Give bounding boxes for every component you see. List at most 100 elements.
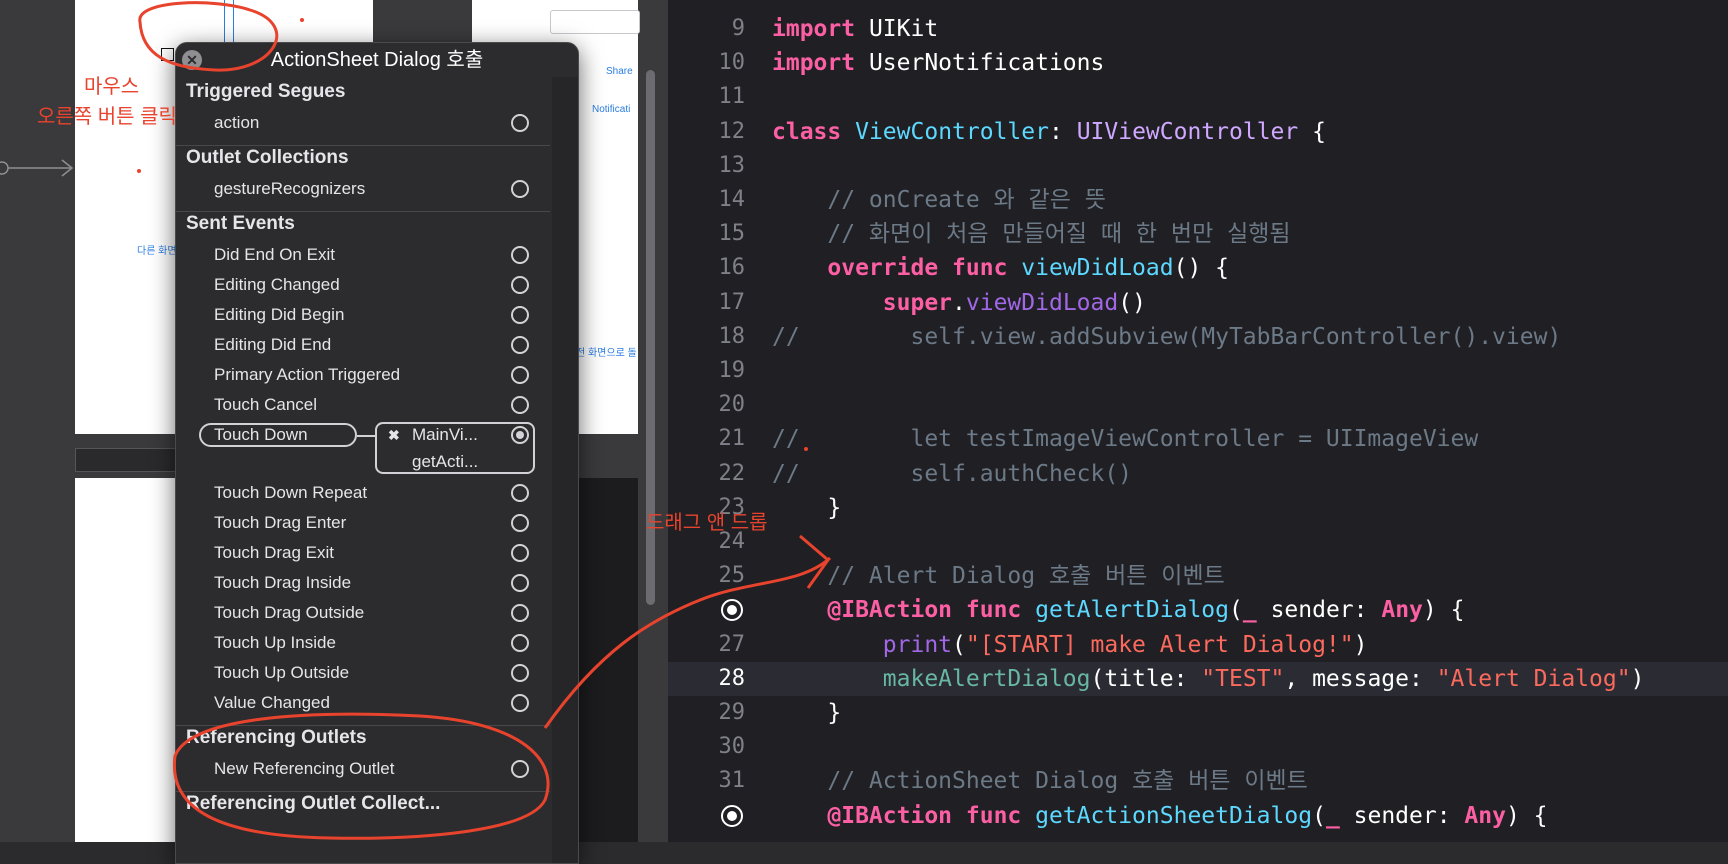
code-token: } bbox=[772, 494, 842, 521]
line-number[interactable]: 28 bbox=[668, 662, 746, 696]
share-button-label[interactable]: Share bbox=[606, 66, 633, 77]
connection-circle-icon[interactable] bbox=[511, 114, 529, 132]
line-number[interactable]: 16 bbox=[668, 251, 746, 285]
code-token: // self.view.addSubview(MyTabBarControll… bbox=[772, 323, 1562, 350]
connection-row-label: action bbox=[214, 113, 260, 132]
code-token: getAlertDialog bbox=[1035, 597, 1229, 624]
connection-circle-icon[interactable] bbox=[511, 694, 529, 712]
connection-row-label: New Referencing Outlet bbox=[214, 759, 395, 778]
selection-handle[interactable] bbox=[161, 48, 174, 61]
connection-row-label: Touch Drag Enter bbox=[214, 513, 347, 532]
line-number[interactable]: 22 bbox=[668, 457, 746, 491]
code-line[interactable]: 27 print("[START] make Alert Dialog!") bbox=[668, 628, 1728, 662]
code-line[interactable]: 29 } bbox=[668, 696, 1728, 730]
line-number[interactable]: 30 bbox=[668, 730, 746, 764]
connection-circle-icon[interactable] bbox=[511, 664, 529, 682]
notification-button-label[interactable]: Notificati bbox=[592, 104, 630, 115]
connected-event-pill[interactable] bbox=[199, 423, 357, 447]
connection-circle-icon[interactable] bbox=[511, 604, 529, 622]
connection-circle-icon[interactable] bbox=[511, 396, 529, 414]
popover-scroll-track[interactable] bbox=[552, 77, 578, 863]
connection-circle-icon[interactable] bbox=[511, 180, 529, 198]
connection-row-label: Did End On Exit bbox=[214, 245, 335, 264]
connection-circle-icon[interactable] bbox=[511, 336, 529, 354]
line-number[interactable]: 13 bbox=[668, 149, 746, 183]
ibaction-connection-icon[interactable] bbox=[721, 599, 743, 622]
code-line[interactable]: 31 // ActionSheet Dialog 호출 버튼 이벤트 bbox=[668, 764, 1728, 798]
connection-circle-icon[interactable] bbox=[511, 634, 529, 652]
connection-row-label: Editing Did Begin bbox=[214, 305, 345, 324]
code-token: ) bbox=[1353, 631, 1368, 658]
code-token: super bbox=[882, 289, 953, 316]
connection-circle-icon[interactable] bbox=[511, 760, 529, 778]
code-line[interactable]: 28 makeAlertDialog(title: "TEST", messag… bbox=[668, 661, 1728, 696]
code-text: // self.authCheck() bbox=[772, 457, 1132, 491]
connection-row-label: gestureRecognizers bbox=[214, 179, 366, 198]
line-number[interactable]: 31 bbox=[668, 764, 746, 798]
connection-row-label: Touch Drag Outside bbox=[214, 603, 365, 622]
connection-circle-icon[interactable] bbox=[511, 484, 529, 502]
code-line[interactable]: 10 import UserNotifications bbox=[668, 46, 1728, 80]
code-token: { bbox=[1298, 118, 1326, 145]
code-text: // Alert Dialog 호출 버튼 이벤트 bbox=[772, 559, 1225, 593]
line-number[interactable]: 25 bbox=[668, 559, 746, 593]
line-number[interactable]: 11 bbox=[668, 80, 746, 114]
code-line[interactable]: 14 // onCreate 와 같은 뜻 bbox=[668, 183, 1728, 217]
code-line[interactable]: 16 override func viewDidLoad() { bbox=[668, 251, 1728, 285]
code-editor[interactable]: 9 import UIKit 10 import UserNotifications 1… bbox=[668, 0, 1728, 842]
line-number[interactable]: 12 bbox=[668, 115, 746, 149]
previous-screen-button-label[interactable]: 전 화면으로 돌 bbox=[576, 344, 637, 359]
connection-circle-icon[interactable] bbox=[511, 366, 529, 384]
line-number[interactable]: 15 bbox=[668, 217, 746, 251]
line-number[interactable]: 19 bbox=[668, 354, 746, 388]
line-number[interactable]: 20 bbox=[668, 388, 746, 422]
connection-circle-icon[interactable] bbox=[511, 306, 529, 324]
line-number[interactable]: 9 bbox=[668, 12, 745, 46]
connection-circle-icon[interactable] bbox=[511, 276, 529, 294]
line-number[interactable]: 27 bbox=[668, 628, 746, 662]
line-number[interactable]: 18 bbox=[668, 320, 746, 354]
code-line[interactable]: 21 // let testImageViewController = UIIma… bbox=[668, 422, 1728, 456]
remove-connection-icon[interactable]: ✖ bbox=[388, 427, 400, 444]
line-number[interactable]: 14 bbox=[668, 183, 746, 217]
connection-circle-icon[interactable] bbox=[511, 574, 529, 592]
code-line[interactable]: 17 super.viewDidLoad() bbox=[668, 286, 1728, 320]
code-token: print bbox=[882, 631, 953, 658]
code-line[interactable]: 12 class ViewController: UIViewController… bbox=[668, 115, 1728, 149]
code-line[interactable]: 32 @IBAction func getActionSheetDialog(_… bbox=[668, 799, 1728, 833]
line-number[interactable]: 29 bbox=[668, 696, 746, 730]
connection-circle-icon[interactable] bbox=[511, 544, 529, 562]
code-line[interactable]: 18 // self.view.addSubview(MyTabBarContro… bbox=[668, 320, 1728, 354]
code-token: func bbox=[952, 255, 1008, 282]
other-screen-button-label[interactable]: 다른 화면 bbox=[137, 242, 177, 257]
code-line[interactable]: 25 // Alert Dialog 호출 버튼 이벤트 bbox=[668, 559, 1728, 593]
code-line[interactable]: 19 bbox=[668, 354, 1728, 388]
code-line[interactable]: 20 bbox=[668, 388, 1728, 422]
line-number[interactable]: 17 bbox=[668, 286, 746, 320]
code-text: @IBAction func getActionSheetDialog(_ se… bbox=[772, 799, 1548, 833]
code-line[interactable]: 22 // self.authCheck() bbox=[668, 457, 1728, 491]
code-line[interactable]: 26 @IBAction func getAlertDialog(_ sende… bbox=[668, 593, 1728, 627]
connection-row-label: Touch Up Outside bbox=[214, 663, 350, 682]
code-line[interactable]: 23 } bbox=[668, 491, 1728, 525]
storyboard-text-field[interactable] bbox=[550, 10, 640, 34]
line-number[interactable]: 21 bbox=[668, 422, 746, 456]
ibaction-connection-icon[interactable] bbox=[721, 804, 743, 827]
code-text: @IBAction func getAlertDialog(_ sender: … bbox=[772, 593, 1464, 627]
code-token: ) { bbox=[1505, 802, 1548, 829]
code-token: // Alert Dialog 호출 버튼 이벤트 bbox=[772, 563, 1225, 590]
code-line[interactable]: 11 bbox=[668, 80, 1728, 114]
connection-circle-icon[interactable] bbox=[511, 246, 529, 264]
code-token: () { bbox=[1173, 255, 1229, 282]
connection-circle-icon[interactable] bbox=[511, 514, 529, 532]
code-line[interactable]: 9 import UIKit bbox=[668, 12, 1728, 46]
code-line[interactable]: 15 // 화면이 처음 만들어질 때 한 번만 실행됨 bbox=[668, 217, 1728, 251]
code-line[interactable]: 30 bbox=[668, 730, 1728, 764]
line-number[interactable]: 10 bbox=[668, 46, 746, 80]
code-line[interactable]: 24 bbox=[668, 525, 1728, 559]
code-line[interactable]: 13 bbox=[668, 149, 1728, 183]
